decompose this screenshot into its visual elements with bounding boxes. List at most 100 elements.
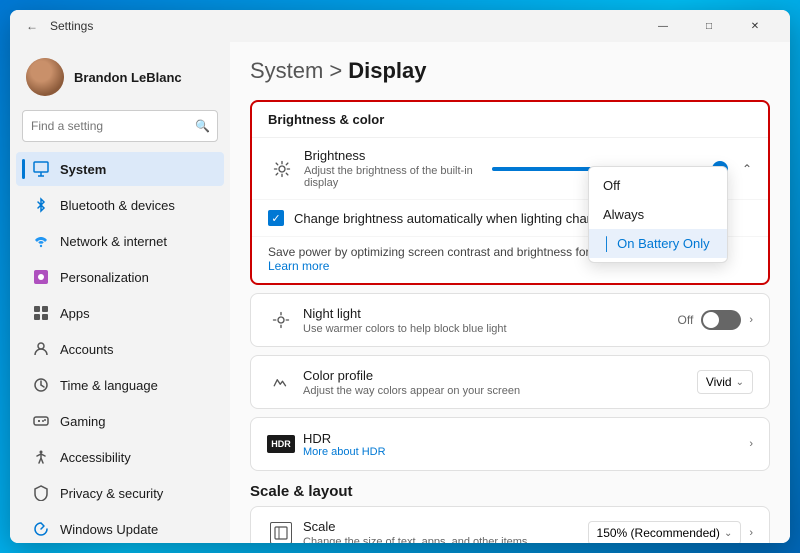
sidebar-item-accessibility[interactable]: Accessibility [16,440,224,474]
search-box: 🔍 [22,110,218,142]
back-button[interactable]: ← [22,16,42,36]
night-light-control: Off › [678,310,753,330]
night-light-toggle[interactable] [701,310,741,330]
sidebar-label-time: Time & language [60,378,158,393]
accessibility-icon [32,448,50,466]
scale-layout-header: Scale & layout [250,483,770,500]
breadcrumb-sep: > [329,58,342,84]
night-light-text: Night light Use warmer colors to help bl… [303,306,678,335]
system-icon [32,160,50,178]
hdr-card: HDR HDR More about HDR › [250,417,770,471]
brightness-text: Brightness Adjust the brightness of the … [304,148,492,189]
sidebar-item-gaming[interactable]: Gaming [16,404,224,438]
sidebar-item-system[interactable]: System [16,152,224,186]
hdr-row: HDR HDR More about HDR › [251,418,769,470]
gaming-icon [32,412,50,430]
accounts-icon [32,340,50,358]
sidebar-label-bluetooth: Bluetooth & devices [60,198,175,213]
main-content: Brandon LeBlanc 🔍 System [10,42,790,543]
privacy-icon [32,484,50,502]
sidebar-item-network[interactable]: Network & internet [16,224,224,258]
sidebar: Brandon LeBlanc 🔍 System [10,42,230,543]
sidebar-label-accessibility: Accessibility [60,450,131,465]
search-input[interactable] [22,110,218,142]
bluetooth-icon [32,196,50,214]
learn-more-link[interactable]: Learn more [268,259,329,273]
scale-layout-icon [270,522,292,543]
auto-brightness-checkbox[interactable]: ✓ [268,210,284,226]
page-header: System > Display [250,58,770,84]
hdr-badge: HDR [267,435,295,453]
sidebar-label-gaming: Gaming [60,414,106,429]
sidebar-item-apps[interactable]: Apps [16,296,224,330]
titlebar: ← Settings — □ ✕ [10,10,790,42]
scale-value: 150% (Recommended) [597,526,720,540]
scale-text: Scale Change the size of text, apps, and… [303,519,588,544]
scale-desc: Change the size of text, apps, and other… [303,536,588,544]
personalization-icon [32,268,50,286]
sidebar-item-privacy[interactable]: Privacy & security [16,476,224,510]
brightness-expand-chevron[interactable]: ⌃ [742,162,752,176]
auto-brightness-label: Change brightness automatically when lig… [294,211,615,226]
sidebar-item-time[interactable]: Time & language [16,368,224,402]
brightness-title: Brightness [304,148,492,163]
dropdown-option-battery[interactable]: On Battery Only [589,229,727,258]
color-profile-title: Color profile [303,368,697,383]
sidebar-label-privacy: Privacy & security [60,486,163,501]
scale-chevron[interactable]: › [749,527,753,539]
sidebar-label-update: Windows Update [60,522,158,537]
sidebar-item-personalization[interactable]: Personalization [16,260,224,294]
sidebar-item-accounts[interactable]: Accounts [16,332,224,366]
sidebar-item-bluetooth[interactable]: Bluetooth & devices [16,188,224,222]
sidebar-label-apps: Apps [60,306,90,321]
color-profile-desc: Adjust the way colors appear on your scr… [303,385,697,397]
user-name: Brandon LeBlanc [74,70,182,85]
sidebar-label-accounts: Accounts [60,342,113,357]
brightness-row: Brightness Adjust the brightness of the … [252,138,768,200]
dropdown-option-off[interactable]: Off [589,171,727,200]
minimize-button[interactable]: — [640,10,686,42]
hdr-control: › [749,438,753,450]
night-light-chevron[interactable]: › [749,314,753,326]
apps-icon [32,304,50,322]
update-icon [32,520,50,538]
network-icon [32,232,50,250]
color-profile-row: Color profile Adjust the way colors appe… [251,356,769,408]
dropdown-option-always[interactable]: Always [589,200,727,229]
scale-control: 150% (Recommended) ⌄ › [588,521,753,543]
hdr-icon-wrap: HDR [267,435,295,453]
scale-select[interactable]: 150% (Recommended) ⌄ [588,521,742,543]
night-light-status: Off [678,313,694,327]
avatar-image [26,58,64,96]
night-light-card: Night light Use warmer colors to help bl… [250,293,770,347]
sidebar-item-update[interactable]: Windows Update [16,512,224,543]
sidebar-label-system: System [60,162,106,177]
color-profile-control: Vivid ⌄ [697,370,753,394]
night-light-icon [267,311,295,329]
night-light-title: Night light [303,306,678,321]
color-profile-card: Color profile Adjust the way colors appe… [250,355,770,409]
hdr-link[interactable]: More about HDR [303,446,749,458]
sidebar-label-personalization: Personalization [60,270,149,285]
right-panel: System > Display Brightness & color [230,42,790,543]
scale-card: Scale Change the size of text, apps, and… [250,506,770,543]
maximize-button[interactable]: □ [686,10,732,42]
hdr-text: HDR More about HDR [303,431,749,458]
time-icon [32,376,50,394]
toggle-thumb [703,312,719,328]
color-profile-icon [267,373,295,391]
scale-row: Scale Change the size of text, apps, and… [251,507,769,543]
brightness-icon [268,160,296,178]
brightness-color-card: Brightness & color [250,100,770,285]
color-profile-arrow: ⌄ [736,377,744,388]
brightness-desc: Adjust the brightness of the built-in di… [304,165,492,189]
sidebar-label-network: Network & internet [60,234,167,249]
night-light-desc: Use warmer colors to help block blue lig… [303,323,678,335]
scale-title: Scale [303,519,588,534]
color-profile-select[interactable]: Vivid ⌄ [697,370,753,394]
avatar [26,58,64,96]
color-profile-text: Color profile Adjust the way colors appe… [303,368,697,397]
hdr-chevron[interactable]: › [749,438,753,450]
close-button[interactable]: ✕ [732,10,778,42]
night-light-row: Night light Use warmer colors to help bl… [251,294,769,346]
